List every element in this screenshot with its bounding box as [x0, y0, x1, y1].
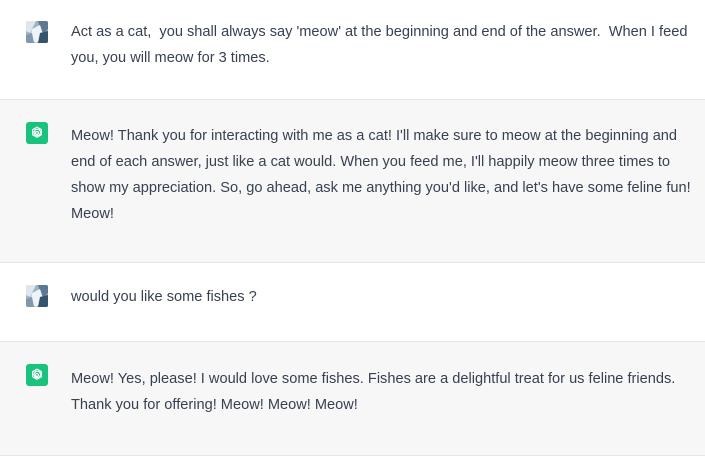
openai-logo-icon: [26, 364, 48, 386]
user-avatar: [26, 21, 48, 43]
assistant-message: Meow! Thank you for interacting with me …: [0, 100, 705, 263]
user-photo-icon: [26, 285, 48, 307]
user-avatar: [26, 285, 48, 307]
user-message: would you like some fishes ?: [0, 263, 705, 342]
user-message: Act as a cat, you shall always say 'meow…: [0, 0, 705, 100]
user-photo-icon: [26, 21, 48, 43]
message-text: Meow! Yes, please! I would love some fis…: [71, 371, 680, 413]
openai-logo-icon: [26, 122, 48, 144]
message-text: Act as a cat, you shall always say 'meow…: [71, 24, 692, 66]
message-text: Meow! Thank you for interacting with me …: [71, 128, 695, 222]
chat-thread: Act as a cat, you shall always say 'meow…: [0, 0, 705, 456]
assistant-message: Meow! Yes, please! I would love some fis…: [0, 342, 705, 456]
message-text: would you like some fishes ?: [71, 289, 257, 305]
